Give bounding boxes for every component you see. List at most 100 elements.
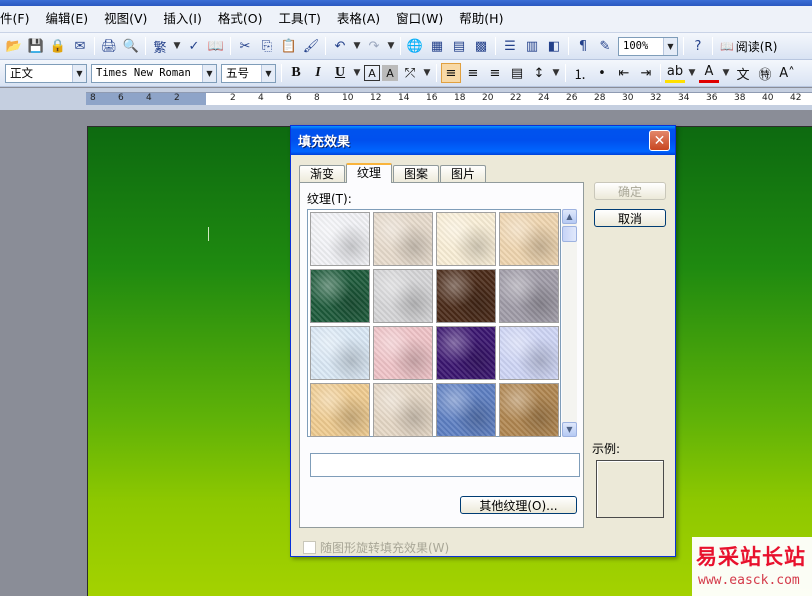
texture-swatch-white-marble[interactable] xyxy=(373,269,433,323)
menu-item[interactable]: 格式(O) xyxy=(210,9,271,29)
help-icon[interactable]: ? xyxy=(688,36,708,56)
decrease-indent-icon[interactable]: ⇤ xyxy=(614,63,634,83)
ink-icon[interactable]: ✎ xyxy=(595,36,615,56)
email-icon[interactable]: ✉ xyxy=(70,36,90,56)
texture-swatch-woven-mat[interactable] xyxy=(499,383,559,437)
print-preview-icon[interactable]: 🔍 xyxy=(121,36,141,56)
texture-swatch-light-sand[interactable] xyxy=(499,212,559,266)
texture-swatch-green-marble[interactable] xyxy=(310,269,370,323)
line-spacing-icon[interactable]: ↕ xyxy=(529,63,549,83)
texture-swatch-denim[interactable] xyxy=(436,383,496,437)
scroll-down-icon[interactable]: ▼ xyxy=(562,422,577,437)
format-painter-icon[interactable]: 🖌 xyxy=(301,36,321,56)
document-map-icon[interactable]: ◧ xyxy=(544,36,564,56)
align-right-icon[interactable]: ≡ xyxy=(485,63,505,83)
menu-item[interactable]: 表格(A) xyxy=(329,9,388,29)
bold-button[interactable]: B xyxy=(286,63,306,83)
texture-swatch-pink-tissue[interactable] xyxy=(373,326,433,380)
ruler[interactable]: 8 6 4 2 2 4 6 8 10 12 14 16 18 20 22 24 26 28 30 32 34 36 38 40… xyxy=(0,88,812,110)
texture-scrollbar[interactable]: ▲ ▼ xyxy=(562,209,577,437)
rotate-fill-option[interactable]: 随图形旋转填充效果(W) xyxy=(303,539,449,556)
increase-indent-icon[interactable]: ⇥ xyxy=(636,63,656,83)
cut-icon[interactable]: ✂ xyxy=(235,36,255,56)
traditional-chinese-icon[interactable]: 繁 xyxy=(150,36,170,56)
chevron-down-icon[interactable]: ▼ xyxy=(422,63,432,83)
menu-item[interactable]: 工具(T) xyxy=(270,9,328,29)
highlight-icon[interactable]: ab xyxy=(665,63,685,83)
chevron-down-icon[interactable]: ▼ xyxy=(687,63,697,83)
menu-item[interactable]: 插入(I) xyxy=(155,9,209,29)
distributed-icon[interactable]: ▤ xyxy=(507,63,527,83)
texture-swatch-purple-mesh[interactable] xyxy=(436,326,496,380)
show-hide-icon[interactable]: ¶ xyxy=(573,36,593,56)
font-combo[interactable]: Times New Roman ▼ xyxy=(91,63,217,83)
bullets-icon[interactable]: • xyxy=(592,63,612,83)
menu-item[interactable]: 编辑(E) xyxy=(37,9,96,29)
insert-table-icon[interactable]: ▤ xyxy=(449,36,469,56)
grow-font-icon[interactable]: A˄ xyxy=(777,63,797,83)
spelling-icon[interactable]: ✓ xyxy=(184,36,204,56)
chevron-down-icon[interactable]: ▼ xyxy=(202,64,216,82)
close-icon[interactable]: ✕ xyxy=(649,130,670,151)
insert-excel-icon[interactable]: ▩ xyxy=(471,36,491,56)
chevron-down-icon[interactable]: ▼ xyxy=(386,36,396,56)
font-color-icon[interactable]: A xyxy=(699,63,719,83)
print-icon[interactable]: 🖨 xyxy=(99,36,119,56)
italic-button[interactable]: I xyxy=(308,63,328,83)
texture-swatch-white-crumpled[interactable] xyxy=(310,212,370,266)
copy-icon[interactable]: ⎘ xyxy=(257,36,277,56)
align-justify-icon[interactable]: ≡ xyxy=(441,63,461,83)
open-icon[interactable]: 📂 xyxy=(4,36,24,56)
menu-item[interactable]: 帮助(H) xyxy=(451,9,511,29)
texture-swatch-cream-paper[interactable] xyxy=(436,212,496,266)
underline-button[interactable]: U xyxy=(330,63,350,83)
read-button[interactable]: 📖 阅读(R) xyxy=(720,38,777,55)
save-icon[interactable]: 💾 xyxy=(26,36,46,56)
chevron-down-icon[interactable]: ▼ xyxy=(261,64,275,82)
undo-icon[interactable]: ↶ xyxy=(330,36,350,56)
ok-button[interactable]: 确定 xyxy=(594,182,666,200)
align-center-icon[interactable]: ≡ xyxy=(463,63,483,83)
texture-swatch-canvas[interactable] xyxy=(373,383,433,437)
numbering-icon[interactable]: ⒈ xyxy=(570,63,590,83)
redo-icon[interactable]: ↷ xyxy=(364,36,384,56)
chevron-down-icon[interactable]: ▼ xyxy=(172,36,182,56)
texture-swatch-beige-fabric[interactable] xyxy=(373,212,433,266)
menu-item[interactable]: 窗口(W) xyxy=(388,9,451,29)
chevron-down-icon[interactable]: ▼ xyxy=(551,63,561,83)
scroll-thumb[interactable] xyxy=(562,226,577,242)
zoom-combo[interactable]: 100% ▼ xyxy=(618,36,678,56)
tab-2[interactable]: 图案 xyxy=(393,165,440,183)
tab-1[interactable]: 纹理 xyxy=(346,163,393,183)
research-icon[interactable]: 📖 xyxy=(206,36,226,56)
menu-item[interactable]: 件(F) xyxy=(0,9,37,29)
chevron-down-icon[interactable]: ▼ xyxy=(352,36,362,56)
char-border-icon[interactable]: A xyxy=(364,65,380,81)
chevron-down-icon[interactable]: ▼ xyxy=(721,63,731,83)
hyperlink-icon[interactable]: 🌐 xyxy=(405,36,425,56)
phonetic-guide-icon[interactable]: 文 xyxy=(733,63,753,83)
tab-0[interactable]: 渐变 xyxy=(299,165,346,183)
permission-icon[interactable]: 🔒 xyxy=(48,36,68,56)
texture-swatch-papyrus[interactable] xyxy=(310,383,370,437)
chevron-down-icon[interactable]: ▼ xyxy=(352,63,362,83)
tables-borders-icon[interactable]: ▦ xyxy=(427,36,447,56)
chevron-down-icon[interactable]: ▼ xyxy=(663,37,677,55)
texture-swatch-granite[interactable] xyxy=(499,269,559,323)
char-shading-icon[interactable]: A xyxy=(382,65,398,81)
enclose-char-icon[interactable]: ㊕ xyxy=(755,63,775,83)
tab-3[interactable]: 图片 xyxy=(440,165,487,183)
scroll-up-icon[interactable]: ▲ xyxy=(562,209,577,224)
paste-icon[interactable]: 📋 xyxy=(279,36,299,56)
dialog-title-bar[interactable]: 填充效果 ✕ xyxy=(291,126,675,155)
cancel-button[interactable]: 取消 xyxy=(594,209,666,227)
char-scale-icon[interactable]: ⤱ xyxy=(400,63,420,83)
menu-item[interactable]: 视图(V) xyxy=(96,9,155,29)
texture-swatch-bouquet[interactable] xyxy=(499,326,559,380)
rotate-fill-checkbox[interactable] xyxy=(303,541,316,554)
style-combo[interactable]: 正文 ▼ xyxy=(5,63,87,83)
columns-icon[interactable]: ☰ xyxy=(500,36,520,56)
texture-swatch-blue-tissue[interactable] xyxy=(310,326,370,380)
texture-swatch-brown-marble[interactable] xyxy=(436,269,496,323)
font-size-combo[interactable]: 五号 ▼ xyxy=(221,63,276,83)
